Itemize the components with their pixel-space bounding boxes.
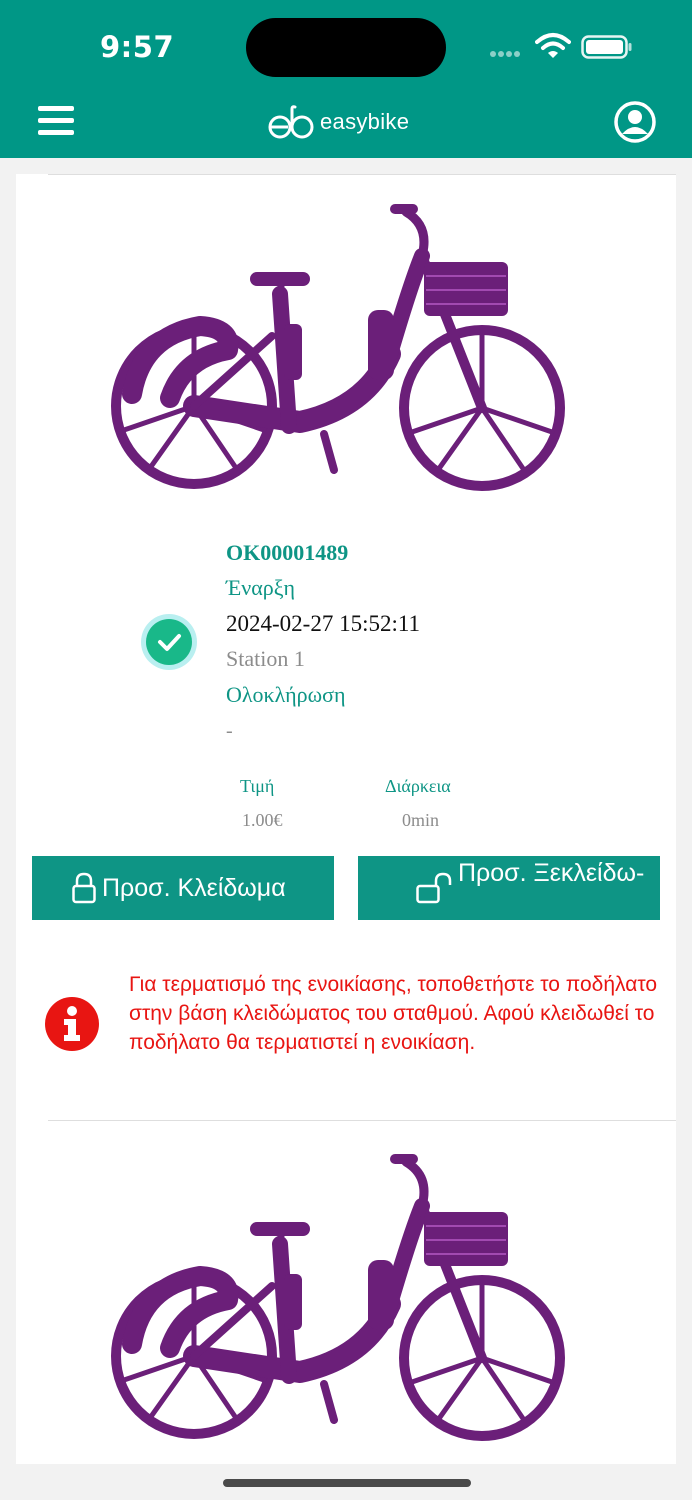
lock-button-label: Προσ. Κλείδωμα <box>102 874 286 902</box>
divider <box>48 1120 676 1121</box>
duration-value: 0min <box>402 810 440 830</box>
easybike-logo: easybike <box>268 103 428 143</box>
start-datetime: 2024-02-27 15:52:11 <box>226 611 420 636</box>
lock-button[interactable]: Προσ. Κλείδωμα <box>32 856 334 920</box>
bike-image <box>111 1154 565 1441</box>
cellular-icon <box>490 44 522 62</box>
user-profile-icon[interactable] <box>614 101 656 143</box>
battery-icon <box>581 35 632 59</box>
logo-text: easybike <box>320 109 410 134</box>
duration-label: Διάρκεια <box>385 776 451 796</box>
start-station: Station 1 <box>226 646 305 671</box>
dynamic-island <box>246 18 446 77</box>
status-time: 9:57 <box>100 30 175 64</box>
start-label: Έναρξη <box>226 575 296 600</box>
notice-text: Για τερματισμό της ενοικίασης, τοποθετήσ… <box>129 973 658 1054</box>
end-label: Ολοκλήρωση <box>226 682 346 707</box>
check-circle-icon <box>141 614 197 670</box>
unlock-icon <box>416 872 452 904</box>
unlock-button-label: Προσ. Ξεκλείδω- <box>458 859 645 887</box>
divider <box>48 174 676 175</box>
hamburger-menu-icon[interactable] <box>38 106 74 136</box>
unlock-button[interactable]: Προσ. Ξεκλείδω- <box>358 856 660 920</box>
wifi-icon <box>535 33 571 58</box>
rental-id: OK00001489 <box>226 540 349 565</box>
logo-mark-icon <box>268 105 314 139</box>
rental-card: OK00001489 Έναρξη 2024-02-27 15:52:11 St… <box>16 174 676 1464</box>
app-header: 9:57 easybike <box>0 0 692 158</box>
lock-icon <box>72 872 96 904</box>
price-label: Τιμή <box>240 776 275 796</box>
bike-image <box>111 204 565 491</box>
price-value: 1.00€ <box>242 810 283 830</box>
end-value: - <box>226 720 233 742</box>
info-icon <box>45 997 99 1051</box>
home-indicator[interactable] <box>223 1479 471 1487</box>
